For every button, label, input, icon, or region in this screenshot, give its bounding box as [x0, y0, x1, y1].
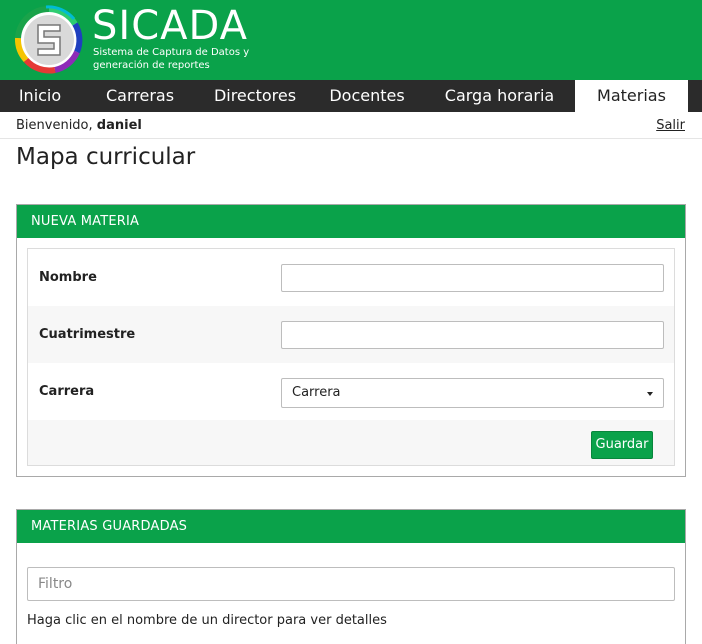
sicada-logo-icon — [15, 5, 83, 74]
carrera-selected-value: Carrera — [292, 385, 341, 400]
nav-item-docentes[interactable]: Docentes — [310, 80, 424, 112]
new-subject-heading: NUEVA MATERIA — [17, 205, 685, 238]
logout-link[interactable]: Salir — [656, 118, 685, 133]
nombre-label: Nombre — [39, 270, 97, 285]
nav-item-carreras[interactable]: Carreras — [80, 80, 200, 112]
form-row-cuatrimestre: Cuatrimestre — [28, 306, 674, 363]
new-subject-panel: NUEVA MATERIA Nombre Cuatrimestre Carrer… — [16, 204, 686, 477]
welcome-message: Bienvenido, daniel — [16, 118, 142, 133]
saved-subjects-panel: MATERIAS GUARDADAS Filtro Haga clic en e… — [16, 509, 686, 644]
nav-item-carga-horaria[interactable]: Carga horaria — [424, 80, 575, 112]
filter-input[interactable]: Filtro — [27, 567, 675, 601]
nav-item-materias[interactable]: Materias — [575, 80, 688, 112]
tagline-line-2: generación de reportes — [93, 60, 210, 71]
form-row-nombre: Nombre — [28, 249, 674, 306]
page-title: Mapa curricular — [16, 144, 196, 170]
welcome-greeting: Bienvenido, — [16, 118, 93, 133]
new-subject-form: Nombre Cuatrimestre Carrera Carrera Guar… — [27, 248, 675, 466]
cuatrimestre-label: Cuatrimestre — [39, 327, 136, 342]
carrera-select[interactable]: Carrera — [281, 378, 664, 408]
app-header: SICADA Sistema de Captura de Datos y gen… — [0, 0, 702, 80]
save-button[interactable]: Guardar — [591, 431, 653, 459]
app-name: SICADA — [92, 3, 248, 49]
divider — [0, 138, 702, 139]
form-row-carrera: Carrera Carrera — [28, 363, 674, 420]
saved-subjects-heading: MATERIAS GUARDADAS — [17, 510, 685, 543]
cuatrimestre-input[interactable] — [281, 321, 664, 349]
carrera-label: Carrera — [39, 384, 95, 399]
chevron-down-icon — [647, 392, 653, 396]
main-nav: Inicio Carreras Directores Docentes Carg… — [0, 80, 702, 112]
nombre-input[interactable] — [281, 264, 664, 292]
app-tagline: Sistema de Captura de Datos y generación… — [93, 46, 273, 72]
instruction-text: Haga clic en el nombre de un director pa… — [27, 613, 387, 628]
nav-item-directores[interactable]: Directores — [200, 80, 310, 112]
form-actions-row — [28, 420, 674, 465]
tagline-line-1: Sistema de Captura de Datos y — [93, 47, 250, 58]
username: daniel — [96, 118, 142, 133]
nav-item-inicio[interactable]: Inicio — [0, 80, 80, 112]
